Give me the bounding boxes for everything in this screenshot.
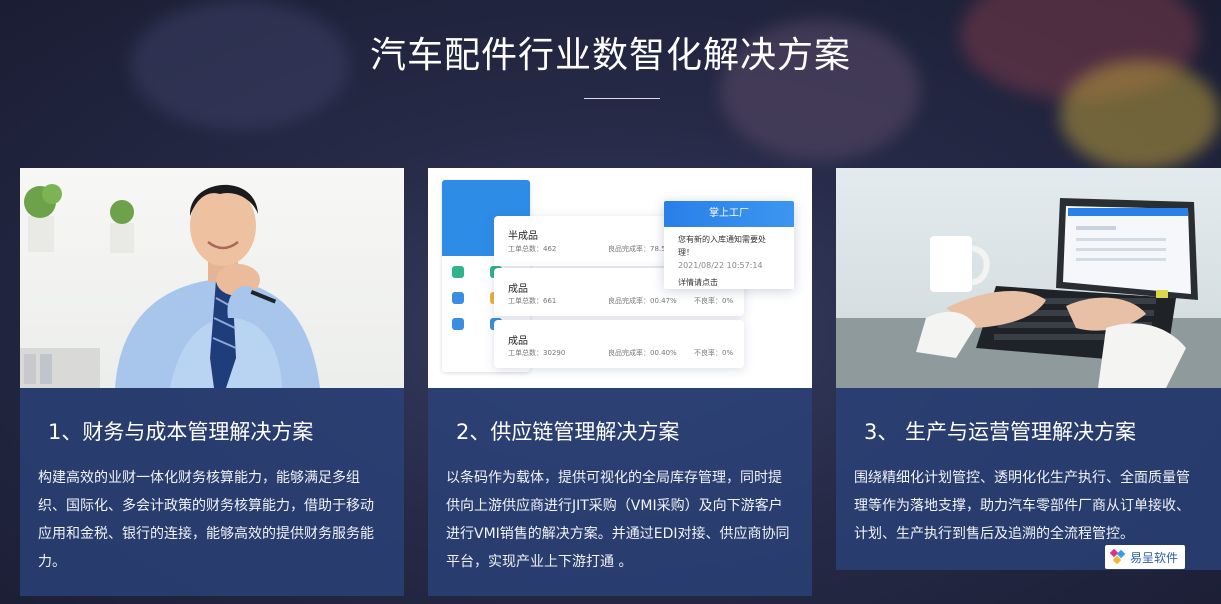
notification-link: 详情请点击 (678, 278, 718, 287)
card-body: 1、财务与成本管理解决方案 构建高效的业财一体化财务核算能力，能够满足多组织、国… (20, 388, 404, 596)
notification-time: 2021/08/22 10:57:14 (678, 261, 763, 270)
solution-card-production[interactable]: 3、 生产与运营管理解决方案 围绕精细化计划管控、透明化化生产执行、全面质量管理… (836, 168, 1221, 570)
panel-count: 工单总数：661 (508, 297, 557, 305)
panel-rate: 良品完成率：00.40% (608, 349, 677, 357)
card-body: 3、 生产与运营管理解决方案 围绕精细化计划管控、透明化化生产执行、全面质量管理… (836, 388, 1221, 570)
card-heading: 2、供应链管理解决方案 (456, 420, 680, 444)
notification-popup: 掌上工厂 您有新的入库通知需要处理！ 2021/08/22 10:57:14 详… (664, 201, 794, 289)
card-description: 构建高效的业财一体化财务核算能力，能够满足多组织、国际化、多会计政策的财务核算能… (38, 470, 374, 570)
card-body: 2、供应链管理解决方案 以条码作为载体，提供可视化的全局库存管理，同时提供向上游… (428, 388, 812, 596)
panel-title: 成品 (508, 336, 528, 347)
panel-title: 成品 (508, 284, 528, 295)
laptop-typing-photo (836, 168, 1221, 388)
card-heading: 1、财务与成本管理解决方案 (48, 420, 314, 444)
solution-card-finance[interactable]: 1、财务与成本管理解决方案 构建高效的业财一体化财务核算能力，能够满足多组织、国… (20, 168, 404, 596)
panel-defect: 不良率：0% (694, 297, 734, 305)
brand-name: 易呈软件 (1130, 550, 1179, 565)
title-divider (584, 98, 660, 99)
notification-message: 您有新的入库通知需要处理！ (678, 235, 766, 257)
panel-rate: 良品完成率：00.47% (608, 297, 677, 305)
panel-title: 半成品 (508, 231, 538, 242)
panel-count: 工单总数：462 (508, 245, 557, 253)
businessman-photo (20, 168, 404, 388)
yicheng-logo-icon (1109, 548, 1126, 565)
solution-card-supply-chain[interactable]: 半成品 工单总数：462 良品完成率：78.55% 成品 工单总数：661 良品… (428, 168, 812, 596)
card-description: 以条码作为载体，提供可视化的全局库存管理，同时提供向上游供应商进行JIT采购（V… (446, 470, 790, 570)
card-heading: 3、 生产与运营管理解决方案 (864, 420, 1137, 444)
card-description: 围绕精细化计划管控、透明化化生产执行、全面质量管理等作为落地支撑，助力汽车零部件… (854, 470, 1190, 542)
notification-header: 掌上工厂 (664, 201, 794, 227)
stats-panel: 成品 工单总数：30290 良品完成率：00.40% 不良率：0% (494, 320, 744, 368)
page-title: 汽车配件行业数智化解决方案 (369, 35, 851, 76)
panel-defect: 不良率：0% (694, 349, 734, 357)
app-screenshot: 半成品 工单总数：462 良品完成率：78.55% 成品 工单总数：661 良品… (428, 168, 812, 388)
brand-watermark[interactable]: 易呈软件 (1105, 545, 1185, 569)
panel-count: 工单总数：30290 (508, 349, 566, 357)
